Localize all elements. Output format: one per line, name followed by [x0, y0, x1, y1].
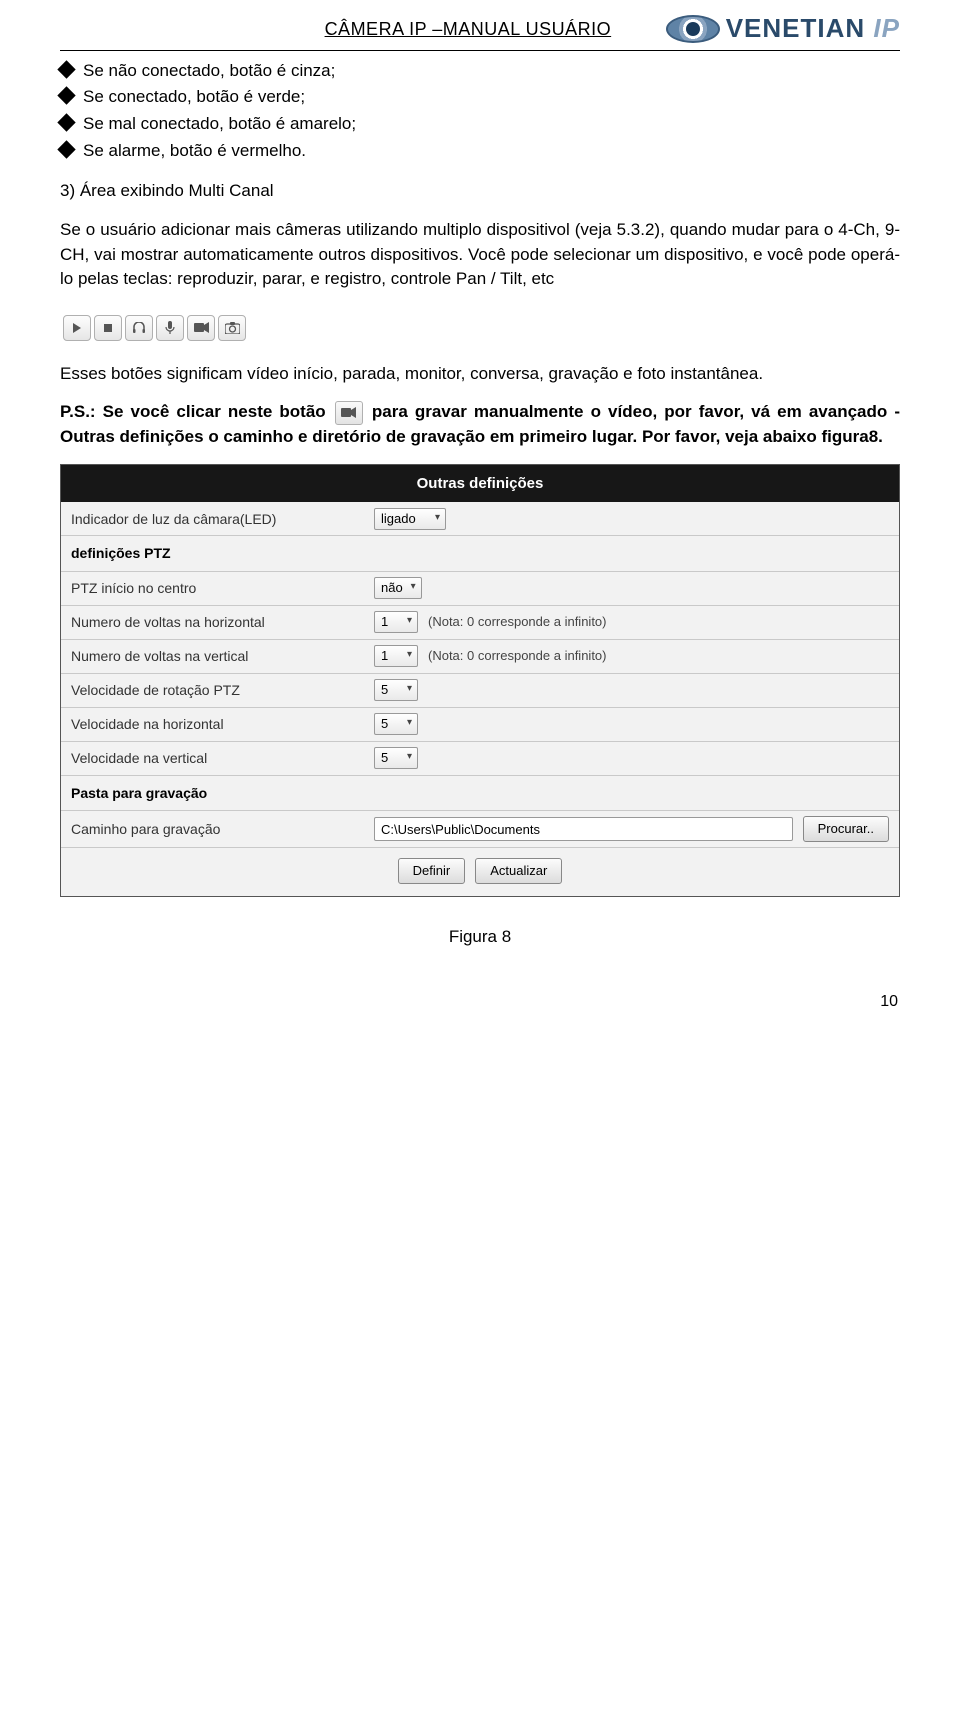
- row-label: Indicador de luz da câmara(LED): [61, 503, 366, 535]
- row-label: Numero de voltas na vertical: [61, 640, 366, 672]
- logo-text: VENETIAN IP: [726, 10, 900, 48]
- list-item: Se conectado, botão é verde;: [60, 85, 900, 110]
- form-row-h-turns: Numero de voltas na horizontal 1 (Nota: …: [61, 606, 899, 640]
- ptz-center-select[interactable]: não: [374, 577, 422, 599]
- browse-button[interactable]: Procurar..: [803, 816, 889, 842]
- row-label: Velocidade na vertical: [61, 742, 366, 774]
- camera-icon[interactable]: [187, 315, 215, 341]
- snapshot-icon[interactable]: [218, 315, 246, 341]
- page-header: CÂMERA IP –MANUAL USUÁRIO VENETIAN IP: [60, 10, 900, 48]
- page-number: 10: [60, 990, 900, 1013]
- header-title: CÂMERA IP –MANUAL USUÁRIO: [270, 16, 666, 42]
- paragraph: Esses botões significam vídeo início, pa…: [60, 362, 900, 387]
- v-turns-select[interactable]: 1: [374, 645, 418, 667]
- h-speed-select[interactable]: 5: [374, 713, 418, 735]
- record-path-input[interactable]: [374, 817, 793, 841]
- apply-button[interactable]: Definir: [398, 858, 466, 884]
- row-label: Numero de voltas na horizontal: [61, 606, 366, 638]
- diamond-icon: [57, 87, 75, 105]
- eye-icon: [666, 15, 720, 43]
- ps-paragraph: P.S.: Se você clicar neste botão para gr…: [60, 400, 900, 449]
- form-area: Indicador de luz da câmara(LED) ligado d…: [61, 502, 899, 896]
- form-row-led: Indicador de luz da câmara(LED) ligado: [61, 502, 899, 536]
- stop-icon[interactable]: [94, 315, 122, 341]
- form-row-h-speed: Velocidade na horizontal 5: [61, 708, 899, 742]
- action-row: Definir Actualizar: [61, 848, 899, 896]
- led-select[interactable]: ligado: [374, 508, 446, 530]
- brand-logo: VENETIAN IP: [666, 10, 900, 48]
- headphones-icon[interactable]: [125, 315, 153, 341]
- v-speed-select[interactable]: 5: [374, 747, 418, 769]
- h-turns-select[interactable]: 1: [374, 611, 418, 633]
- row-label: PTZ início no centro: [61, 572, 366, 604]
- list-item: Se mal conectado, botão é amarelo;: [60, 112, 900, 137]
- row-label: Velocidade de rotação PTZ: [61, 674, 366, 706]
- section-header-ptz: definições PTZ: [61, 536, 899, 571]
- paragraph: Se o usuário adicionar mais câmeras util…: [60, 218, 900, 292]
- form-row-record-path: Caminho para gravação Procurar..: [61, 811, 899, 848]
- figure-caption: Figura 8: [60, 925, 900, 950]
- mic-icon[interactable]: [156, 315, 184, 341]
- list-item: Se não conectado, botão é cinza;: [60, 59, 900, 84]
- diamond-icon: [57, 113, 75, 131]
- note-text: (Nota: 0 corresponde a infinito): [428, 647, 606, 666]
- form-row-ptz-speed: Velocidade de rotação PTZ 5: [61, 674, 899, 708]
- diamond-icon: [57, 60, 75, 78]
- form-row-v-turns: Numero de voltas na vertical 1 (Nota: 0 …: [61, 640, 899, 674]
- section-heading: 3) Área exibindo Multi Canal: [60, 179, 900, 204]
- control-button-strip: [60, 312, 249, 344]
- row-label: Caminho para gravação: [61, 813, 366, 845]
- ptz-speed-select[interactable]: 5: [374, 679, 418, 701]
- row-label: Velocidade na horizontal: [61, 708, 366, 740]
- form-row-ptz-center: PTZ início no centro não: [61, 572, 899, 606]
- list-item: Se alarme, botão é vermelho.: [60, 139, 900, 164]
- settings-panel: Outras definições Indicador de luz da câ…: [60, 464, 900, 897]
- refresh-button[interactable]: Actualizar: [475, 858, 562, 884]
- section-header-record-folder: Pasta para gravação: [61, 776, 899, 811]
- record-camera-icon: [335, 401, 363, 425]
- divider: [60, 50, 900, 51]
- diamond-icon: [57, 140, 75, 158]
- panel-title: Outras definições: [61, 465, 899, 503]
- form-row-v-speed: Velocidade na vertical 5: [61, 742, 899, 776]
- note-text: (Nota: 0 corresponde a infinito): [428, 613, 606, 632]
- bullet-list: Se não conectado, botão é cinza; Se cone…: [60, 59, 900, 164]
- play-icon[interactable]: [63, 315, 91, 341]
